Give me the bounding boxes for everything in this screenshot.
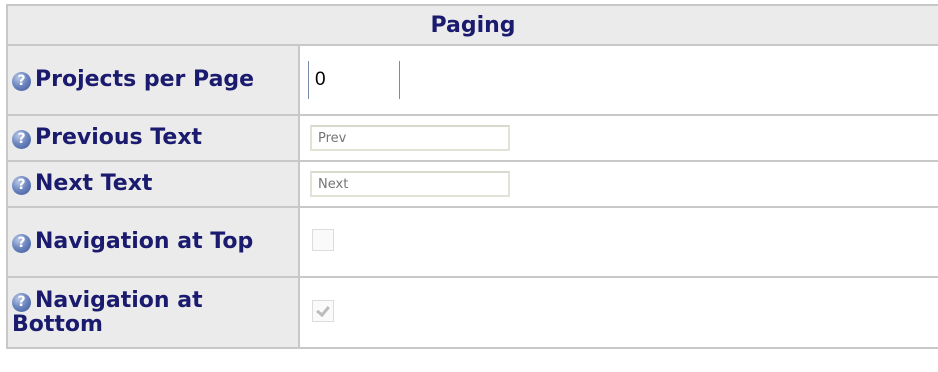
navigation-bottom-checkbox[interactable] xyxy=(312,299,334,322)
help-icon[interactable]: ? xyxy=(12,292,31,312)
section-title: Paging xyxy=(6,4,938,46)
paging-settings-table: Paging ? Projects per Page 0 ? Previous Te… xyxy=(6,4,938,349)
setting-label-cell: ? Next Text xyxy=(6,162,300,208)
help-icon[interactable]: ? xyxy=(12,234,31,253)
navigation-top-checkbox[interactable] xyxy=(312,229,334,251)
setting-row-next-text: ? Next Text xyxy=(6,162,938,208)
next-text-input[interactable] xyxy=(310,171,510,197)
setting-row-navigation-bottom: ? Navigation at Bottom xyxy=(6,278,938,349)
setting-row-navigation-top: ? Navigation at Top xyxy=(6,208,938,278)
setting-row-previous-text: ? Previous Text xyxy=(6,116,938,162)
help-icon[interactable]: ? xyxy=(12,130,31,149)
help-icon[interactable]: ? xyxy=(12,72,31,91)
setting-label-cell: ? Projects per Page xyxy=(6,46,300,116)
setting-label-cell: ? Previous Text xyxy=(6,116,300,162)
setting-label: Projects per Page xyxy=(35,67,255,92)
setting-value-cell xyxy=(300,278,938,349)
setting-label-cell: ? Navigation at Bottom xyxy=(6,278,300,349)
setting-label: Previous Text xyxy=(35,125,203,150)
setting-value-cell xyxy=(300,116,938,162)
help-icon[interactable]: ? xyxy=(12,176,31,195)
previous-text-input[interactable] xyxy=(310,125,510,151)
setting-value-cell xyxy=(300,208,938,278)
setting-label: Navigation at Bottom xyxy=(12,287,203,337)
setting-row-projects-per-page: ? Projects per Page 0 xyxy=(6,46,938,116)
setting-label: Next Text xyxy=(35,171,153,196)
setting-value-cell: 0 xyxy=(300,46,938,116)
setting-label-cell: ? Navigation at Top xyxy=(6,208,300,278)
section-header-row: Paging xyxy=(6,4,938,46)
projects-per-page-input[interactable]: 0 xyxy=(308,61,400,99)
setting-label: Navigation at Top xyxy=(35,229,254,254)
setting-value-cell xyxy=(300,162,938,208)
